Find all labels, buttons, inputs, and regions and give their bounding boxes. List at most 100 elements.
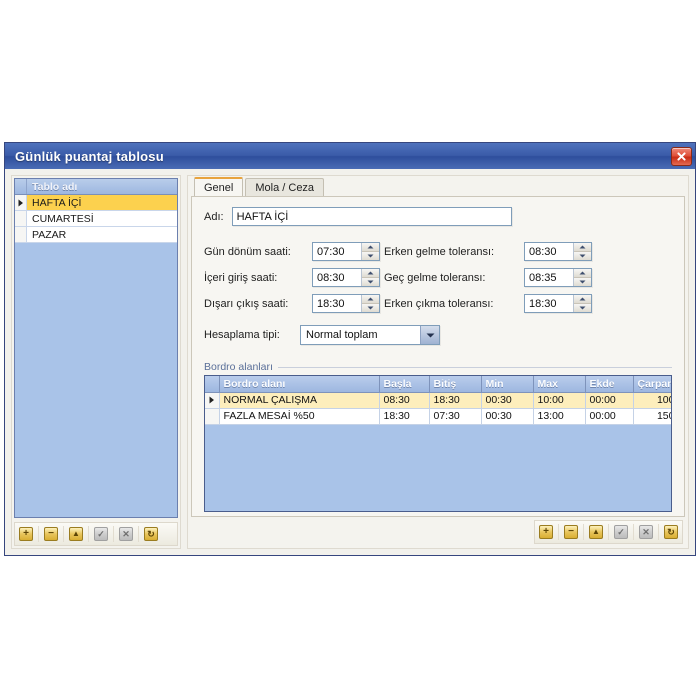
refresh-button[interactable]: ↻ [142,525,160,543]
name-input[interactable]: HAFTA İÇİ [231,207,512,226]
spinner-down-button[interactable] [574,278,591,286]
erken-gelme-toleransi-spinner[interactable]: 08:30 [524,242,592,261]
field-erken-gelme-toleransi: Erken gelme toleransı: 08:30 [384,242,592,261]
erken-gelme-toleransi-value: 08:30 [529,245,557,258]
cell-ekde: 00:00 [585,392,634,409]
hesaplama-tipi-dropdown[interactable]: Normal toplam [300,325,440,345]
table-row-hafta-ici[interactable]: HAFTA İÇİ [15,195,177,211]
chevron-down-icon [579,254,586,258]
tab-mola-ceza-label: Mola / Ceza [255,181,315,194]
gun-donum-saati-label: Gün dönüm saati: [204,245,291,258]
payroll-grid[interactable]: Bordro alanı Başla Bitiş Min Max Ekde Ça… [205,376,671,425]
table-name-cell: CUMARTESİ [32,212,94,225]
cancel-square-icon-glyph: ✕ [642,526,650,537]
spinner-up-button[interactable] [574,243,591,252]
close-button[interactable] [671,146,692,166]
iceri-giris-saati-label: İçeri giriş saati: [204,271,278,284]
spinner-down-button[interactable] [574,304,591,312]
table-row-cumartesi[interactable]: CUMARTESİ [15,211,177,227]
refresh-payroll-button[interactable]: ↻ [662,523,680,541]
edit-record-button[interactable]: ▲ [67,525,85,543]
cancel-edit-button[interactable]: ✕ [117,525,135,543]
spinner-down-button[interactable] [362,304,379,312]
tables-toolbar: + − ▲ ✓ ✕ ↻ [14,522,178,546]
post-edit-button[interactable]: ✓ [92,525,110,543]
tables-grid-header: Tablo adı [15,179,177,195]
chevron-down-icon [579,280,586,284]
iceri-giris-saati-value: 08:30 [317,271,345,284]
spinner-up-button[interactable] [362,295,379,304]
cancel-square-icon: ✕ [119,527,133,541]
cell-min: 00:30 [481,392,534,409]
post-payroll-edit-button[interactable]: ✓ [612,523,630,541]
plus-square-icon: + [19,527,33,541]
tables-grid-header-label: Tablo adı [32,180,78,193]
col-bitis[interactable]: Bitiş [429,376,482,393]
minus-square-icon: − [564,525,578,539]
toolbar-separator [88,526,89,542]
cancel-square-icon-glyph: ✕ [122,528,130,539]
tables-indicator-header [15,179,27,194]
dropdown-toggle-button[interactable] [420,326,439,344]
field-erken-cikma-toleransi: Erken çıkma toleransı: 18:30 [384,294,592,313]
edit-payroll-row-button[interactable]: ▲ [587,523,605,541]
col-basla[interactable]: Başla [379,376,430,393]
table-row-pazar[interactable]: PAZAR [15,227,177,243]
hesaplama-tipi-value: Normal toplam [306,329,378,341]
minus-square-icon-glyph: − [48,528,54,539]
spinner-up-button[interactable] [362,243,379,252]
payroll-toolbar-area: + − ▲ ✓ ✕ ↻ [188,520,688,548]
chevron-down-icon [367,254,374,258]
chevron-up-icon [579,271,586,275]
time-fields-left-column: Gün dönüm saati: 07:30 İçeri giriş saati… [204,242,384,313]
add-payroll-row-button[interactable]: + [537,523,555,541]
col-bordro-alani[interactable]: Bordro alanı [219,376,380,393]
spinner-down-button[interactable] [362,252,379,260]
erken-cikma-toleransi-spinner[interactable]: 18:30 [524,294,592,313]
add-record-button[interactable]: + [17,525,35,543]
col-carpan[interactable]: Çarpan [633,376,671,393]
tab-mola-ceza[interactable]: Mola / Ceza [245,178,325,196]
field-gun-donum-saati: Gün dönüm saati: 07:30 [204,242,384,261]
window-titlebar: Günlük puantaj tablosu [5,143,695,169]
spinner-down-button[interactable] [574,252,591,260]
cell-basla: 18:30 [379,408,430,425]
refresh-square-icon-glyph: ↻ [147,528,155,539]
time-fields-right-column: Erken gelme toleransı: 08:30 Geç gelme t… [384,242,592,313]
field-iceri-giris-saati: İçeri giriş saati: 08:30 [204,268,384,287]
col-max[interactable]: Max [533,376,586,393]
field-hesaplama-tipi: Hesaplama tipi: Normal toplam [204,325,672,345]
table-row[interactable]: NORMAL ÇALIŞMA 08:30 18:30 00:30 10:00 0… [205,392,671,409]
tab-genel[interactable]: Genel [194,177,244,196]
tables-panel: Tablo adı HAFTA İÇİ CUMARTESİ PAZAR + − … [11,175,181,549]
payroll-grid-container[interactable]: Bordro alanı Başla Bitiş Min Max Ekde Ça… [204,375,672,512]
disari-cikis-saati-spinner[interactable]: 18:30 [312,294,380,313]
tab-genel-label: Genel [204,181,234,194]
field-disari-cikis-saati: Dışarı çıkış saati: 18:30 [204,294,384,313]
table-row[interactable]: FAZLA MESAİ %50 18:30 07:30 00:30 13:00 … [205,408,671,425]
disari-cikis-saati-label: Dışarı çıkış saati: [204,297,289,310]
chevron-up-icon [367,271,374,275]
col-min[interactable]: Min [481,376,534,393]
plus-square-icon-glyph: + [23,528,29,539]
current-row-arrow-icon [209,396,214,404]
spinner-up-button[interactable] [362,269,379,278]
cell-carpan: 100 [633,392,671,409]
name-field-row: Adı: HAFTA İÇİ [204,207,672,226]
col-ekde[interactable]: Ekde [585,376,634,393]
iceri-giris-saati-spinner[interactable]: 08:30 [312,268,380,287]
gun-donum-saati-spinner[interactable]: 07:30 [312,242,380,261]
tables-grid[interactable]: Tablo adı HAFTA İÇİ CUMARTESİ PAZAR [14,178,178,518]
close-icon [677,151,686,161]
delete-payroll-row-button[interactable]: − [562,523,580,541]
spinner-up-button[interactable] [574,295,591,304]
spinner-buttons [573,269,591,286]
chevron-down-icon [579,306,586,310]
cell-bordro-alani: FAZLA MESAİ %50 [219,408,380,425]
gec-gelme-toleransi-spinner[interactable]: 08:35 [524,268,592,287]
delete-record-button[interactable]: − [42,525,60,543]
spinner-up-button[interactable] [574,269,591,278]
cancel-payroll-edit-button[interactable]: ✕ [637,523,655,541]
spinner-down-button[interactable] [362,278,379,286]
chevron-up-icon [579,297,586,301]
